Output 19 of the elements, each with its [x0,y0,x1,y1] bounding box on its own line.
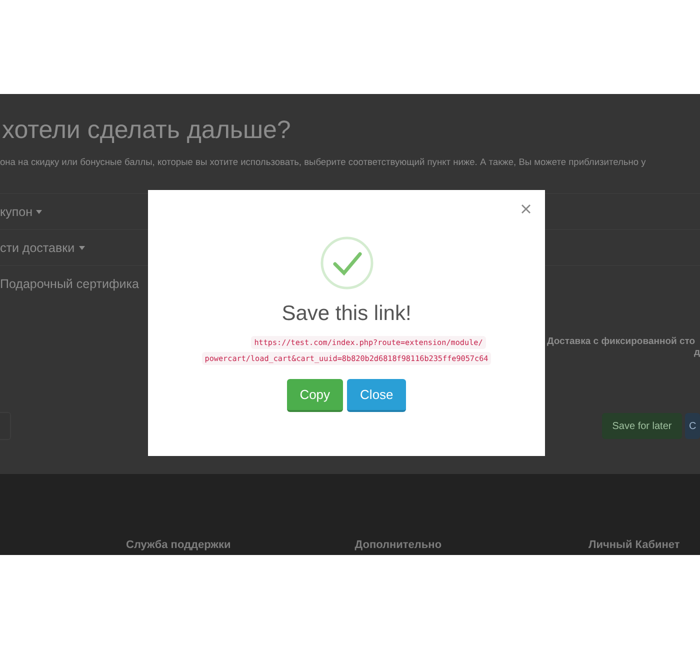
page-button[interactable]: C [685,413,700,439]
modal-title: Save this link! [282,302,412,326]
accordion-label[interactable]: сти доставки [0,240,75,254]
success-check-icon [320,236,374,290]
caret-icon [78,246,85,250]
footer-heading: Личный Кабинет [588,539,680,551]
modal-button[interactable]: Copy [286,379,344,412]
footer-heading: Служба поддержки [126,539,231,551]
footer-heading: Дополнительно [354,539,442,551]
close-button[interactable] [519,202,533,216]
shipping-note: Доставка с фиксированной сто [547,336,696,347]
accordion-label[interactable]: купон [0,204,32,218]
caret-icon [36,210,42,214]
page-button[interactable]: Save for later [602,413,682,439]
intro-text: она на скидку или бонусные баллы, которые вы хотите использовать, выберите соответствующий пункт ниже. А также, Вы можете приблизительно у [0,157,647,167]
accordion-label[interactable]: Подарочный сертифика [0,276,139,290]
modal-button[interactable]: Close [347,379,406,412]
page-heading: хотели сделать дальше? [2,116,292,145]
shipping-note: д [694,347,700,358]
